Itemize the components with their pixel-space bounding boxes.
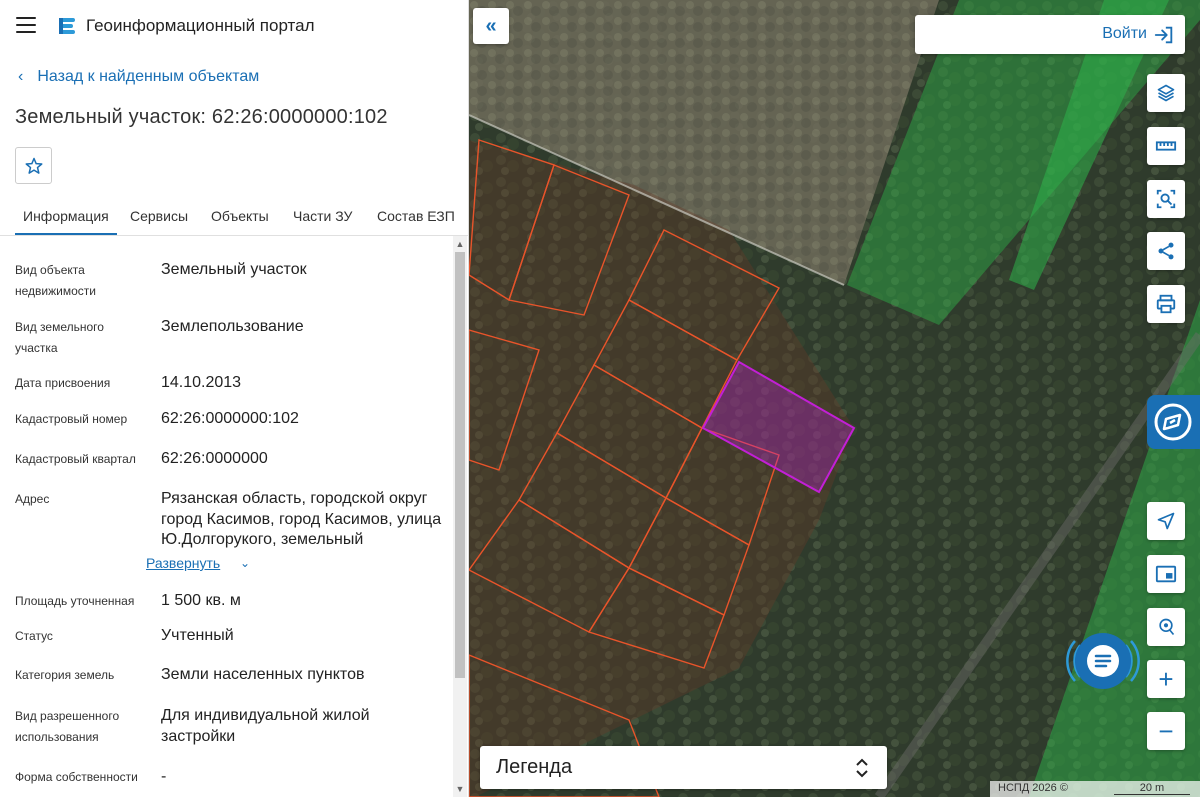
collapse-panel-button[interactable]: « <box>473 8 509 44</box>
info-value: - <box>161 768 167 785</box>
layers-icon <box>1157 84 1175 102</box>
chevron-down-icon[interactable]: ⌄ <box>240 556 250 570</box>
zoom-in-icon: + <box>1158 664 1174 694</box>
info-value: Для индивидуальной жилой застройки <box>161 707 370 745</box>
gosuslugi-widget-button[interactable] <box>1147 395 1200 449</box>
map-view[interactable]: « Войти + − Легенда НСПД 2026 © 20 m <box>469 0 1200 797</box>
info-value: Земли населенных пунктов <box>161 666 365 683</box>
zoom-out-button[interactable]: − <box>1147 712 1185 750</box>
chevron-left-icon: ‹ <box>18 68 24 85</box>
print-button[interactable] <box>1147 285 1185 323</box>
locate-icon <box>1157 512 1175 530</box>
expand-address-link[interactable]: Развернуть <box>146 555 220 571</box>
scroll-down-icon[interactable]: ▼ <box>454 783 466 795</box>
portal-logo-icon <box>59 18 75 34</box>
zoom-out-icon: − <box>1158 716 1174 746</box>
info-list: Вид объекта недвижимости Земельный участ… <box>0 236 469 797</box>
double-chevron-left-icon: « <box>485 15 497 37</box>
share-icon <box>1158 242 1174 260</box>
info-value: 14.10.2013 <box>161 374 242 391</box>
ruler-button[interactable] <box>1147 127 1185 165</box>
info-label: Кадастровый квартал <box>15 452 136 466</box>
ruler-icon <box>1155 141 1177 151</box>
share-button[interactable] <box>1147 232 1185 270</box>
gosuslugi-icon <box>1154 403 1192 441</box>
info-value: Учтенный <box>161 627 234 644</box>
select-area-icon <box>1156 189 1176 209</box>
scale-bar: 20 m <box>1114 782 1190 795</box>
info-panel: Геоинформационный портал ‹ Назад к найде… <box>0 0 469 797</box>
object-title: Земельный участок: 62:26:0000000:102 <box>15 106 388 128</box>
login-button[interactable]: Войти <box>915 15 1185 54</box>
portal-title: Геоинформационный портал <box>86 16 315 35</box>
minimap-button[interactable] <box>1147 555 1185 593</box>
legend-panel-toggle[interactable]: Легенда <box>480 746 887 789</box>
zoom-in-button[interactable]: + <box>1147 660 1185 698</box>
info-label: Категория земель <box>15 668 115 682</box>
info-label: Адрес <box>15 492 50 506</box>
star-icon <box>25 157 42 174</box>
login-icon <box>1154 26 1173 44</box>
panel-scrollbar[interactable]: ▲ ▼ <box>453 236 467 797</box>
tab-ezp-composition[interactable]: Состав ЕЗП <box>377 208 455 235</box>
menu-icon[interactable] <box>16 17 36 33</box>
scroll-up-icon[interactable]: ▲ <box>454 238 466 250</box>
tab-objects[interactable]: Объекты <box>211 208 269 235</box>
back-link-label: Назад к найденным объектам <box>37 68 260 85</box>
info-value: 62:26:0000000:102 <box>161 410 299 427</box>
app-header: Геоинформационный портал <box>0 0 469 52</box>
info-value: Земельный участок <box>161 261 307 278</box>
info-value: 62:26:0000000 <box>161 450 268 467</box>
attribution-text: НСПД 2026 © <box>998 782 1068 794</box>
scrollbar-thumb[interactable] <box>455 252 465 678</box>
layers-button[interactable] <box>1147 74 1185 112</box>
chevron-up-down-icon <box>856 758 868 778</box>
back-to-results-link[interactable]: ‹ Назад к найденным объектам <box>18 68 259 86</box>
login-label: Войти <box>1102 25 1147 42</box>
info-value: Рязанская область, городской округ город… <box>161 490 442 548</box>
tab-bar: Информация Сервисы Объекты Части ЗУ Сост… <box>0 200 469 236</box>
info-label: Вид объекта недвижимости <box>15 263 96 298</box>
info-label: Кадастровый номер <box>15 412 128 426</box>
search-location-icon <box>1159 618 1175 636</box>
info-value: 1 500 кв. м <box>161 592 241 609</box>
tab-parcel-parts[interactable]: Части ЗУ <box>293 208 352 235</box>
print-icon <box>1156 294 1176 314</box>
info-value: Землепользование <box>161 318 304 335</box>
info-label: Вид земельного участка <box>15 320 104 355</box>
minimap-icon <box>1155 565 1177 583</box>
legend-label: Легенда <box>496 756 573 778</box>
tab-services[interactable]: Сервисы <box>130 208 188 235</box>
tab-information[interactable]: Информация <box>15 208 117 235</box>
info-label: Дата присвоения <box>15 376 111 390</box>
favorite-button[interactable] <box>15 147 52 184</box>
info-label: Статус <box>15 629 53 643</box>
info-label: Форма собственности <box>15 770 138 784</box>
select-area-button[interactable] <box>1147 180 1185 218</box>
info-label: Вид разрешенного использования <box>15 709 120 744</box>
chat-icon <box>1066 633 1140 689</box>
search-location-button[interactable] <box>1147 608 1185 646</box>
map-attribution: НСПД 2026 © 20 m <box>990 781 1200 797</box>
locate-button[interactable] <box>1147 502 1185 540</box>
chat-button[interactable] <box>1063 628 1143 694</box>
info-label: Площадь уточненная <box>15 594 135 608</box>
